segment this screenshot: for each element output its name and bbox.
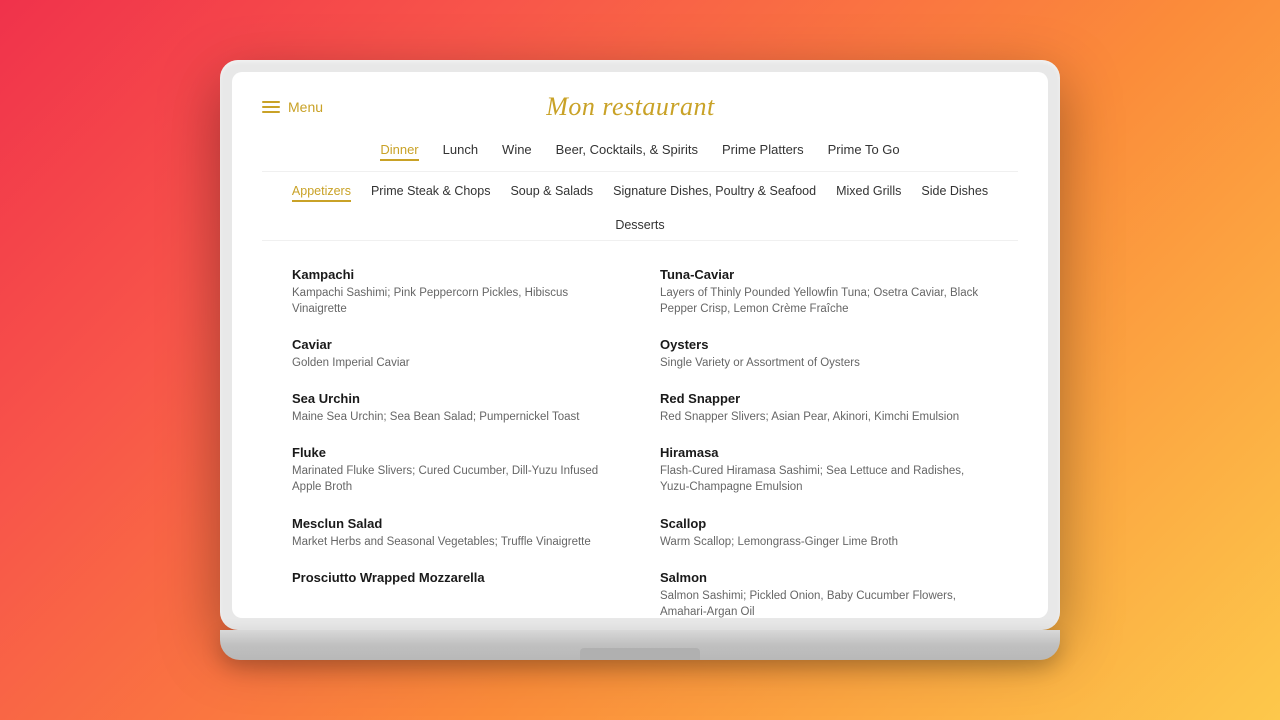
item-desc: Red Snapper Slivers; Asian Pear, Akinori… — [660, 409, 988, 425]
list-item: Salmon Salmon Sashimi; Pickled Onion, Ba… — [660, 560, 988, 618]
subnav-appetizers[interactable]: Appetizers — [292, 184, 351, 202]
item-desc: Salmon Sashimi; Pickled Onion, Baby Cucu… — [660, 588, 988, 618]
list-item: Tuna-Caviar Layers of Thinly Pounded Yel… — [660, 257, 988, 327]
item-name: Hiramasa — [660, 445, 988, 460]
nav-wine[interactable]: Wine — [502, 142, 532, 161]
screen-inner: Menu Mon restaurant Dinner Lunch Wine Be… — [232, 72, 1048, 618]
item-desc: Maine Sea Urchin; Sea Bean Salad; Pumper… — [292, 409, 620, 425]
content-area: Kampachi Kampachi Sashimi; Pink Pepperco… — [262, 241, 1018, 618]
item-desc: Single Variety or Assortment of Oysters — [660, 355, 988, 371]
menu-label: Menu — [288, 99, 323, 115]
subnav-prime-steak[interactable]: Prime Steak & Chops — [371, 184, 491, 202]
hamburger-icon — [262, 101, 280, 113]
laptop-base — [220, 630, 1060, 660]
restaurant-title: Mon restaurant — [546, 92, 715, 122]
item-name: Mesclun Salad — [292, 516, 620, 531]
item-desc: Market Herbs and Seasonal Vegetables; Tr… — [292, 534, 620, 550]
subnav-mixed-grills[interactable]: Mixed Grills — [836, 184, 901, 202]
item-desc: Warm Scallop; Lemongrass-Ginger Lime Bro… — [660, 534, 988, 550]
list-item: Caviar Golden Imperial Caviar — [292, 327, 620, 381]
nav-dinner[interactable]: Dinner — [380, 142, 418, 161]
laptop-notch — [580, 648, 700, 660]
list-item: Oysters Single Variety or Assortment of … — [660, 327, 988, 381]
list-item: Kampachi Kampachi Sashimi; Pink Pepperco… — [292, 257, 620, 327]
subnav-side-dishes[interactable]: Side Dishes — [921, 184, 988, 202]
subnav-signature-dishes[interactable]: Signature Dishes, Poultry & Seafood — [613, 184, 816, 202]
item-name: Salmon — [660, 570, 988, 585]
item-desc: Kampachi Sashimi; Pink Peppercorn Pickle… — [292, 285, 620, 317]
item-name: Oysters — [660, 337, 988, 352]
menu-col-right: Tuna-Caviar Layers of Thinly Pounded Yel… — [660, 257, 988, 618]
subnav-soup-salads[interactable]: Soup & Salads — [510, 184, 593, 202]
item-desc: Flash-Cured Hiramasa Sashimi; Sea Lettuc… — [660, 463, 988, 495]
menu-toggle[interactable]: Menu — [262, 99, 323, 115]
item-desc: Golden Imperial Caviar — [292, 355, 620, 371]
list-item: Scallop Warm Scallop; Lemongrass-Ginger … — [660, 506, 988, 560]
list-item: Hiramasa Flash-Cured Hiramasa Sashimi; S… — [660, 435, 988, 505]
menu-grid: Kampachi Kampachi Sashimi; Pink Pepperco… — [292, 241, 988, 618]
laptop-wrapper: Menu Mon restaurant Dinner Lunch Wine Be… — [220, 60, 1060, 660]
item-name: Prosciutto Wrapped Mozzarella — [292, 570, 620, 585]
nav-prime-platters[interactable]: Prime Platters — [722, 142, 804, 161]
item-name: Red Snapper — [660, 391, 988, 406]
list-item: Sea Urchin Maine Sea Urchin; Sea Bean Sa… — [292, 381, 620, 435]
list-item: Fluke Marinated Fluke Slivers; Cured Cuc… — [292, 435, 620, 505]
item-name: Kampachi — [292, 267, 620, 282]
page: Menu Mon restaurant Dinner Lunch Wine Be… — [232, 72, 1048, 618]
list-item: Prosciutto Wrapped Mozzarella — [292, 560, 620, 598]
main-nav: Dinner Lunch Wine Beer, Cocktails, & Spi… — [262, 132, 1018, 172]
item-name: Fluke — [292, 445, 620, 460]
list-item: Mesclun Salad Market Herbs and Seasonal … — [292, 506, 620, 560]
nav-lunch[interactable]: Lunch — [443, 142, 478, 161]
item-name: Tuna-Caviar — [660, 267, 988, 282]
list-item: Red Snapper Red Snapper Slivers; Asian P… — [660, 381, 988, 435]
item-desc: Marinated Fluke Slivers; Cured Cucumber,… — [292, 463, 620, 495]
item-name: Sea Urchin — [292, 391, 620, 406]
header-row: Menu Mon restaurant — [262, 92, 1018, 132]
menu-col-left: Kampachi Kampachi Sashimi; Pink Pepperco… — [292, 257, 620, 618]
nav-prime-to-go[interactable]: Prime To Go — [828, 142, 900, 161]
item-name: Scallop — [660, 516, 988, 531]
item-name: Caviar — [292, 337, 620, 352]
sub-nav: Appetizers Prime Steak & Chops Soup & Sa… — [262, 172, 1018, 241]
subnav-desserts[interactable]: Desserts — [615, 218, 664, 232]
nav-beer[interactable]: Beer, Cocktails, & Spirits — [556, 142, 698, 161]
laptop-screen: Menu Mon restaurant Dinner Lunch Wine Be… — [220, 60, 1060, 630]
item-desc: Layers of Thinly Pounded Yellowfin Tuna;… — [660, 285, 988, 317]
